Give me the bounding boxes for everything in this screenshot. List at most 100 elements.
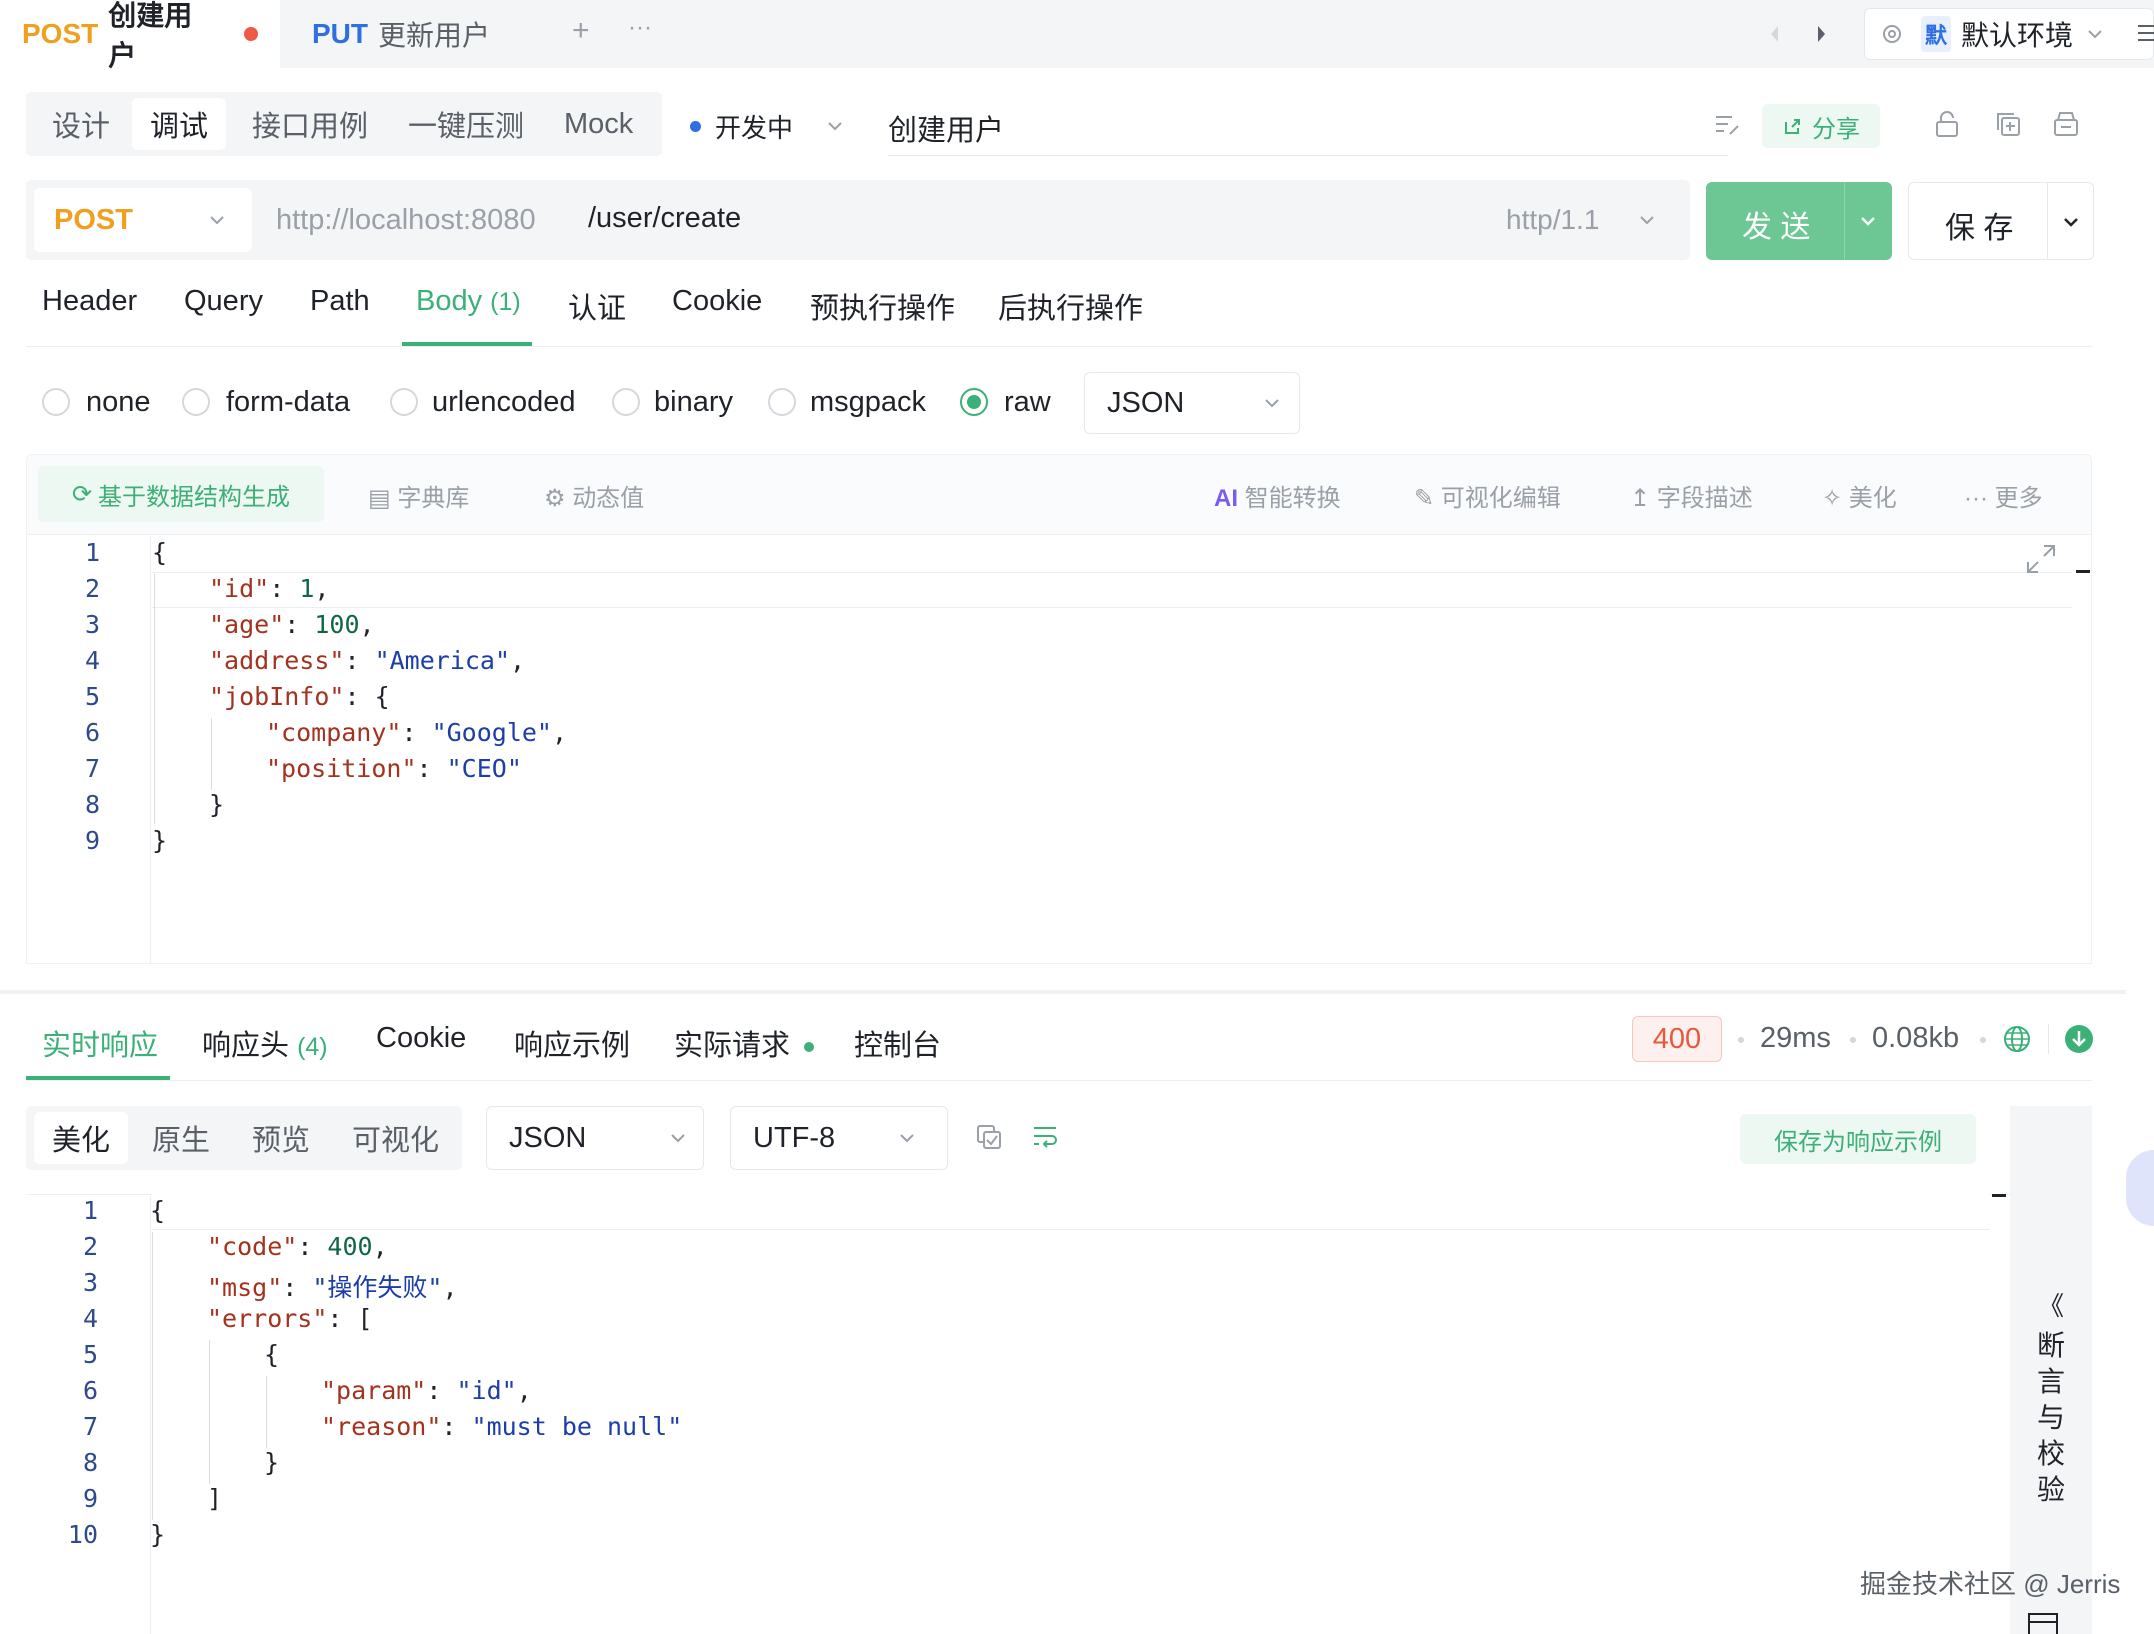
floating-assistant-button[interactable]: [2126, 1150, 2154, 1226]
line-number: 1: [84, 538, 100, 567]
tab-auth[interactable]: 认证: [568, 285, 626, 327]
status-dot: [690, 120, 701, 132]
radio-form-data[interactable]: [182, 388, 210, 416]
response-encoding-select[interactable]: UTF-8: [730, 1106, 948, 1170]
archive-icon[interactable]: [2052, 110, 2080, 138]
chevron-down-icon[interactable]: [2063, 217, 2079, 227]
tab-label: 创建用户: [108, 0, 193, 71]
scroll-right-icon[interactable]: [1814, 24, 1828, 44]
more-button[interactable]: ··· 更多: [1964, 478, 2043, 513]
view-raw[interactable]: 原生: [134, 1112, 228, 1164]
method-selector[interactable]: POST: [34, 188, 252, 252]
tab-response-headers[interactable]: 响应头 (4): [202, 1022, 328, 1064]
tab-query[interactable]: Query: [184, 285, 263, 318]
tab-path[interactable]: Path: [310, 285, 370, 318]
protocol-selector[interactable]: http/1.1: [1506, 204, 1655, 236]
radio-msgpack[interactable]: [768, 388, 796, 416]
mode-design[interactable]: 设计: [34, 98, 128, 150]
code-line: "address": "America",: [209, 646, 526, 675]
editor-toolbar: [26, 454, 2092, 534]
line-number: 8: [84, 790, 100, 819]
wrap-icon[interactable]: [1030, 1122, 1060, 1152]
lock-icon[interactable]: [1934, 110, 1960, 138]
code-line: }: [152, 826, 168, 855]
send-label: 发 送: [1742, 211, 1811, 244]
globe-icon[interactable]: [2002, 1024, 2032, 1054]
body-format-select[interactable]: JSON: [1084, 372, 1300, 434]
save-as-sample-button[interactable]: 保存为响应示例: [1740, 1114, 1976, 1164]
method-label: POST: [54, 203, 133, 236]
copy-icon[interactable]: [974, 1122, 1004, 1152]
dynamic-value-button[interactable]: ⚙ 动态值: [544, 478, 644, 513]
tab-put-update-user[interactable]: PUT 更新用户: [290, 0, 560, 68]
send-divider: [1844, 182, 1845, 260]
ai-convert-button[interactable]: AI 智能转换: [1214, 478, 1341, 513]
radio-raw[interactable]: [960, 388, 988, 416]
line-number: 2: [82, 1232, 98, 1261]
share-button[interactable]: 分享: [1762, 104, 1880, 148]
api-title-input[interactable]: 创建用户: [888, 100, 1728, 156]
download-icon[interactable]: [2064, 1024, 2094, 1054]
radio-urlencoded[interactable]: [390, 388, 418, 416]
tab-header[interactable]: Header: [42, 285, 137, 318]
add-tab-icon[interactable]: +: [572, 14, 590, 48]
save-label: 保 存: [1945, 212, 2014, 245]
line-number: 3: [82, 1268, 98, 1297]
status-selector[interactable]: 开发中: [690, 104, 843, 148]
panel-icon[interactable]: [2026, 1610, 2060, 1634]
environment-selector[interactable]: 默 默认环境: [1864, 8, 2154, 60]
scroll-marker: [2076, 570, 2090, 573]
radio-none[interactable]: [42, 388, 70, 416]
scroll-left-icon[interactable]: [1768, 24, 1782, 44]
mode-mock[interactable]: Mock: [546, 98, 651, 150]
more-tabs-icon[interactable]: ···: [628, 14, 652, 42]
base-url[interactable]: http://localhost:8080: [276, 204, 536, 237]
chevron-down-icon[interactable]: [1860, 216, 1876, 226]
tab-console[interactable]: 控制台: [854, 1022, 941, 1064]
response-encoding-value: UTF-8: [753, 1121, 836, 1154]
tab-post-create-user[interactable]: POST 创建用户: [0, 0, 280, 71]
url-path-input[interactable]: /user/create: [588, 202, 741, 235]
field-description-button[interactable]: ↥ 字段描述: [1630, 478, 1753, 513]
beautify-button[interactable]: ✧ 美化: [1822, 478, 1897, 513]
tab-post-request[interactable]: 后执行操作: [998, 285, 1143, 327]
mode-debug[interactable]: 调试: [132, 98, 227, 150]
code-line: "jobInfo": {: [209, 682, 390, 711]
view-beautify[interactable]: 美化: [34, 1112, 129, 1164]
tab-cookie[interactable]: Cookie: [672, 285, 762, 318]
tab-pre-request[interactable]: 预执行操作: [810, 285, 955, 327]
code-line: }: [264, 1448, 280, 1477]
mode-stress-test[interactable]: 一键压测: [390, 98, 542, 150]
tab-response-examples[interactable]: 响应示例: [514, 1022, 630, 1064]
view-preview[interactable]: 预览: [234, 1112, 328, 1164]
tab-body[interactable]: Body (1): [416, 285, 521, 318]
book-icon: ▤: [368, 485, 391, 512]
tab-live-response[interactable]: 实时响应: [42, 1022, 158, 1064]
assertion-panel-label: 断言与校验: [2036, 1330, 2065, 1505]
gutter-divider: [150, 1196, 151, 1634]
tab-response-cookie[interactable]: Cookie: [376, 1022, 466, 1055]
dictionary-button[interactable]: ▤ 字典库: [368, 478, 469, 513]
expand-icon[interactable]: [2024, 542, 2058, 576]
clone-icon[interactable]: [1994, 110, 2022, 138]
save-button[interactable]: 保 存: [1908, 182, 2094, 260]
send-button[interactable]: 发 送: [1706, 182, 1892, 260]
radio-binary[interactable]: [612, 388, 640, 416]
indent-guide: [209, 1340, 210, 1484]
tab-body-label: Body: [416, 285, 483, 317]
tab-actual-request[interactable]: 实际请求: [674, 1022, 815, 1064]
visual-edit-button[interactable]: ✎ 可视化编辑: [1414, 478, 1561, 513]
menu-icon[interactable]: [2136, 22, 2154, 44]
format-icon[interactable]: [1714, 112, 1740, 138]
magic-icon: ✧: [1822, 485, 1843, 512]
line-number: 9: [82, 1484, 98, 1513]
mode-test-case[interactable]: 接口用例: [234, 98, 386, 150]
beautify-label: 美化: [1848, 485, 1897, 512]
collapse-icon[interactable]: 《: [2034, 1286, 2068, 1323]
code-line: "id": 1,: [209, 574, 330, 603]
ai-convert-label: 智能转换: [1244, 485, 1341, 512]
code-line: ]: [207, 1484, 223, 1513]
response-format-select[interactable]: JSON: [486, 1106, 704, 1170]
generate-from-schema-button[interactable]: ⟳ 基于数据结构生成: [38, 466, 324, 522]
view-visualize[interactable]: 可视化: [334, 1112, 457, 1164]
